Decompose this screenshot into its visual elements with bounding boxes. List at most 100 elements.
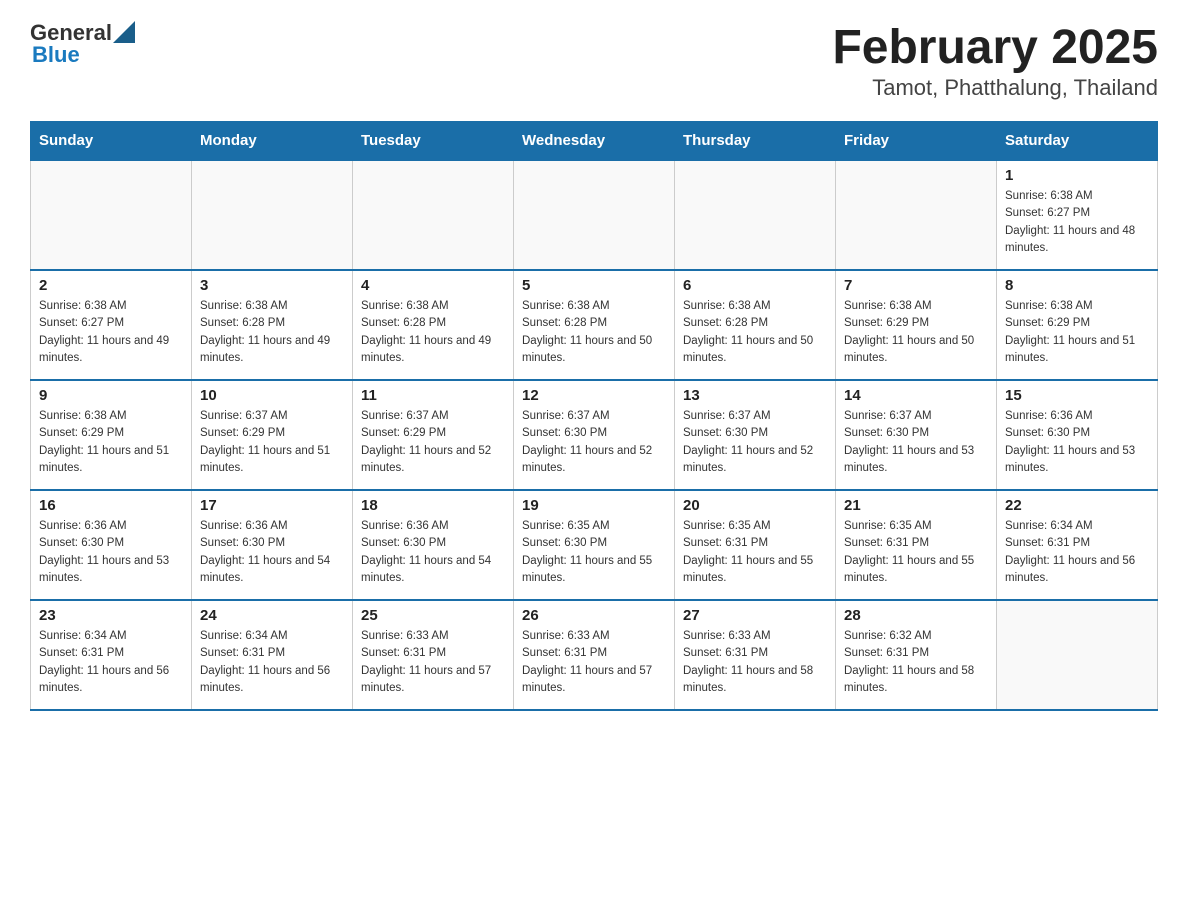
calendar-cell [675, 160, 836, 270]
calendar-body: 1 Sunrise: 6:38 AMSunset: 6:27 PMDaylight… [31, 160, 1158, 710]
calendar-cell: 2 Sunrise: 6:38 AMSunset: 6:27 PMDaylight… [31, 270, 192, 380]
calendar-table: SundayMondayTuesdayWednesdayThursdayFrid… [30, 121, 1158, 711]
day-info: Sunrise: 6:37 AMSunset: 6:29 PMDaylight:… [361, 408, 505, 477]
calendar-cell [31, 160, 192, 270]
weekday-header-tuesday: Tuesday [353, 122, 514, 161]
day-number: 15 [1005, 387, 1149, 404]
calendar-cell: 28 Sunrise: 6:32 AMSunset: 6:31 PMDayligh… [836, 600, 997, 710]
day-number: 9 [39, 387, 183, 404]
day-info: Sunrise: 6:34 AMSunset: 6:31 PMDaylight:… [1005, 518, 1149, 587]
calendar-week-row: 1 Sunrise: 6:38 AMSunset: 6:27 PMDaylight… [31, 160, 1158, 270]
calendar-cell: 19 Sunrise: 6:35 AMSunset: 6:30 PMDayligh… [514, 490, 675, 600]
day-info: Sunrise: 6:33 AMSunset: 6:31 PMDaylight:… [522, 628, 666, 697]
day-number: 4 [361, 277, 505, 294]
calendar-cell: 6 Sunrise: 6:38 AMSunset: 6:28 PMDaylight… [675, 270, 836, 380]
day-number: 8 [1005, 277, 1149, 294]
day-number: 11 [361, 387, 505, 404]
logo-blue-text: Blue [32, 42, 80, 68]
day-info: Sunrise: 6:37 AMSunset: 6:29 PMDaylight:… [200, 408, 344, 477]
calendar-cell: 3 Sunrise: 6:38 AMSunset: 6:28 PMDaylight… [192, 270, 353, 380]
calendar-cell: 8Sunrise: 6:38 AMSunset: 6:29 PMDaylight… [997, 270, 1158, 380]
day-info: Sunrise: 6:35 AMSunset: 6:30 PMDaylight:… [522, 518, 666, 587]
calendar-cell: 7Sunrise: 6:38 AMSunset: 6:29 PMDaylight… [836, 270, 997, 380]
day-number: 10 [200, 387, 344, 404]
calendar-cell: 25 Sunrise: 6:33 AMSunset: 6:31 PMDayligh… [353, 600, 514, 710]
calendar-cell: 21 Sunrise: 6:35 AMSunset: 6:31 PMDayligh… [836, 490, 997, 600]
calendar-cell: 24 Sunrise: 6:34 AMSunset: 6:31 PMDayligh… [192, 600, 353, 710]
logo-icon [113, 21, 135, 43]
day-info: Sunrise: 6:32 AMSunset: 6:31 PMDaylight:… [844, 628, 988, 697]
calendar-cell: 9Sunrise: 6:38 AMSunset: 6:29 PMDaylight… [31, 380, 192, 490]
calendar-cell: 11 Sunrise: 6:37 AMSunset: 6:29 PMDayligh… [353, 380, 514, 490]
page-subtitle: Tamot, Phatthalung, Thailand [832, 75, 1158, 101]
day-number: 23 [39, 607, 183, 624]
weekday-header-monday: Monday [192, 122, 353, 161]
day-info: Sunrise: 6:37 AMSunset: 6:30 PMDaylight:… [683, 408, 827, 477]
day-info: Sunrise: 6:36 AMSunset: 6:30 PMDaylight:… [1005, 408, 1149, 477]
day-number: 3 [200, 277, 344, 294]
day-number: 24 [200, 607, 344, 624]
day-info: Sunrise: 6:36 AMSunset: 6:30 PMDaylight:… [200, 518, 344, 587]
calendar-cell [192, 160, 353, 270]
calendar-cell: 15 Sunrise: 6:36 AMSunset: 6:30 PMDayligh… [997, 380, 1158, 490]
day-info: Sunrise: 6:38 AMSunset: 6:27 PMDaylight:… [1005, 188, 1149, 257]
calendar-week-row: 2 Sunrise: 6:38 AMSunset: 6:27 PMDaylight… [31, 270, 1158, 380]
day-info: Sunrise: 6:36 AMSunset: 6:30 PMDaylight:… [361, 518, 505, 587]
day-number: 17 [200, 497, 344, 514]
day-info: Sunrise: 6:35 AMSunset: 6:31 PMDaylight:… [683, 518, 827, 587]
calendar-cell: 4Sunrise: 6:38 AMSunset: 6:28 PMDaylight… [353, 270, 514, 380]
day-number: 7 [844, 277, 988, 294]
weekday-header-wednesday: Wednesday [514, 122, 675, 161]
day-info: Sunrise: 6:34 AMSunset: 6:31 PMDaylight:… [39, 628, 183, 697]
day-info: Sunrise: 6:38 AMSunset: 6:27 PMDaylight:… [39, 298, 183, 367]
day-info: Sunrise: 6:35 AMSunset: 6:31 PMDaylight:… [844, 518, 988, 587]
day-number: 28 [844, 607, 988, 624]
day-number: 14 [844, 387, 988, 404]
day-number: 25 [361, 607, 505, 624]
calendar-cell: 20Sunrise: 6:35 AMSunset: 6:31 PMDayligh… [675, 490, 836, 600]
day-info: Sunrise: 6:37 AMSunset: 6:30 PMDaylight:… [522, 408, 666, 477]
title-block: February 2025 Tamot, Phatthalung, Thaila… [832, 20, 1158, 101]
day-number: 12 [522, 387, 666, 404]
day-number: 26 [522, 607, 666, 624]
calendar-cell: 27 Sunrise: 6:33 AMSunset: 6:31 PMDayligh… [675, 600, 836, 710]
calendar-cell: 12 Sunrise: 6:37 AMSunset: 6:30 PMDayligh… [514, 380, 675, 490]
calendar-week-row: 9Sunrise: 6:38 AMSunset: 6:29 PMDaylight… [31, 380, 1158, 490]
day-info: Sunrise: 6:34 AMSunset: 6:31 PMDaylight:… [200, 628, 344, 697]
calendar-cell: 17 Sunrise: 6:36 AMSunset: 6:30 PMDayligh… [192, 490, 353, 600]
day-number: 16 [39, 497, 183, 514]
day-info: Sunrise: 6:38 AMSunset: 6:28 PMDaylight:… [522, 298, 666, 367]
calendar-cell: 10 Sunrise: 6:37 AMSunset: 6:29 PMDayligh… [192, 380, 353, 490]
day-number: 6 [683, 277, 827, 294]
day-number: 2 [39, 277, 183, 294]
calendar-cell: 16 Sunrise: 6:36 AMSunset: 6:30 PMDayligh… [31, 490, 192, 600]
calendar-week-row: 16 Sunrise: 6:36 AMSunset: 6:30 PMDayligh… [31, 490, 1158, 600]
weekday-header-sunday: Sunday [31, 122, 192, 161]
day-number: 5 [522, 277, 666, 294]
weekday-header-friday: Friday [836, 122, 997, 161]
calendar-cell [836, 160, 997, 270]
calendar-cell: 18 Sunrise: 6:36 AMSunset: 6:30 PMDayligh… [353, 490, 514, 600]
day-number: 1 [1005, 167, 1149, 184]
day-info: Sunrise: 6:38 AMSunset: 6:28 PMDaylight:… [200, 298, 344, 367]
calendar-cell: 26 Sunrise: 6:33 AMSunset: 6:31 PMDayligh… [514, 600, 675, 710]
weekday-header-saturday: Saturday [997, 122, 1158, 161]
day-info: Sunrise: 6:33 AMSunset: 6:31 PMDaylight:… [683, 628, 827, 697]
calendar-cell: 1 Sunrise: 6:38 AMSunset: 6:27 PMDaylight… [997, 160, 1158, 270]
weekday-header-row: SundayMondayTuesdayWednesdayThursdayFrid… [31, 122, 1158, 161]
day-number: 21 [844, 497, 988, 514]
day-number: 19 [522, 497, 666, 514]
logo: General Blue [30, 20, 135, 68]
day-info: Sunrise: 6:36 AMSunset: 6:30 PMDaylight:… [39, 518, 183, 587]
calendar-cell: 5 Sunrise: 6:38 AMSunset: 6:28 PMDaylight… [514, 270, 675, 380]
day-number: 22 [1005, 497, 1149, 514]
calendar-cell [353, 160, 514, 270]
calendar-cell: 22 Sunrise: 6:34 AMSunset: 6:31 PMDayligh… [997, 490, 1158, 600]
day-info: Sunrise: 6:33 AMSunset: 6:31 PMDaylight:… [361, 628, 505, 697]
day-number: 27 [683, 607, 827, 624]
day-number: 18 [361, 497, 505, 514]
calendar-cell: 14 Sunrise: 6:37 AMSunset: 6:30 PMDayligh… [836, 380, 997, 490]
calendar-week-row: 23 Sunrise: 6:34 AMSunset: 6:31 PMDayligh… [31, 600, 1158, 710]
day-info: Sunrise: 6:37 AMSunset: 6:30 PMDaylight:… [844, 408, 988, 477]
day-info: Sunrise: 6:38 AMSunset: 6:28 PMDaylight:… [683, 298, 827, 367]
